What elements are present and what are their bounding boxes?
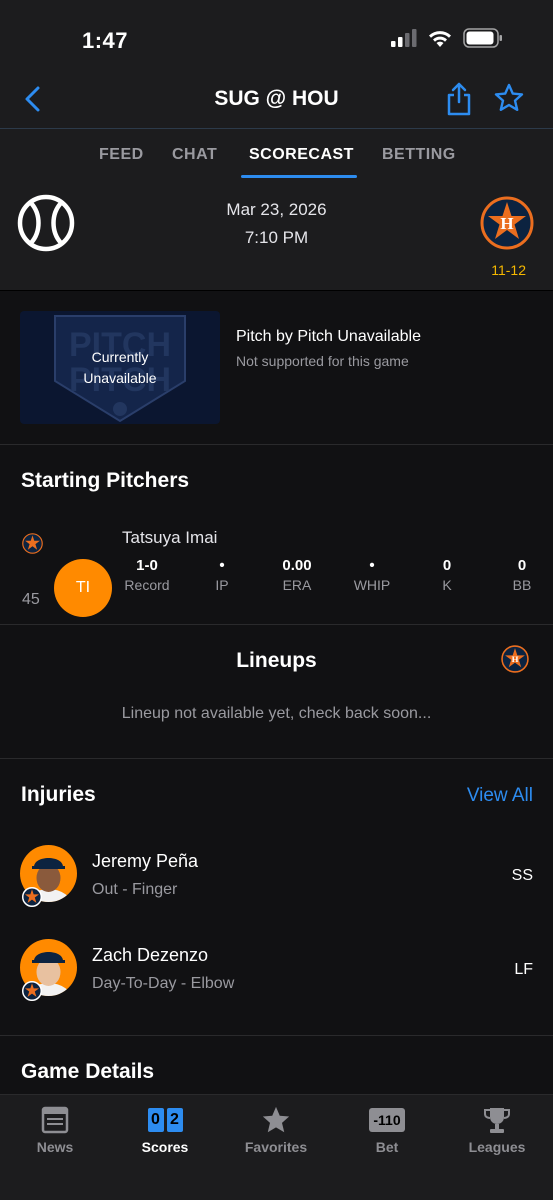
player-name: Zach Dezenzo [92,945,209,965]
game-date: Mar 23, 2026 [226,200,327,219]
stat-label: ERA [282,577,312,593]
game-time: 7:10 PM [244,228,309,247]
tab-news[interactable]: News [0,1105,110,1155]
stat-value: • [219,557,225,574]
section-heading: Injuries [21,783,96,806]
stat-whip: • WHIP [342,557,402,593]
stat-label: Record [124,577,170,593]
favorite-star-icon[interactable] [493,82,525,114]
stat-k: 0 K [417,557,477,593]
stat-value: 0 [517,557,527,574]
game-tabs: FEED CHAT SCORECAST BETTING [0,128,553,178]
game-details-section: Game Details [0,1036,553,1094]
tab-label: Favorites [244,1139,308,1155]
svg-text:H: H [500,214,513,233]
stat-ip: • IP [192,557,252,593]
stat-record: 1-0 Record [117,557,177,593]
astros-logo-icon [22,981,42,1001]
tab-feed[interactable]: FEED [99,146,144,164]
astros-logo-icon [22,887,42,907]
astros-logo-icon[interactable]: H [501,645,529,673]
astros-logo-icon [22,533,43,554]
player-position: SS [511,867,533,884]
stat-bb: 0 BB [492,557,552,593]
injury-row[interactable]: Jeremy Peña Out - Finger SS [0,835,553,915]
battery-icon [463,28,502,48]
score-digit: 2 [166,1108,183,1132]
trophy-icon [484,1108,510,1133]
lineups-message: Lineup not available yet, check back soo… [121,705,432,722]
svg-text:H: H [512,654,519,664]
pitcher-avatar[interactable]: TI [54,559,112,617]
player-name: Jeremy Peña [92,851,199,871]
tab-favorites[interactable]: Favorites [221,1105,331,1155]
injury-status: Day-To-Day - Elbow [92,975,235,992]
share-icon[interactable] [445,82,473,116]
status-icons [391,28,503,48]
section-heading: Game Details [21,1060,155,1083]
pitch-by-pitch-subtitle: Not supported for this game [236,353,409,369]
stat-value: 0 [442,557,452,574]
game-header: Mar 23, 2026 7:10 PM H 11-12 [0,178,553,290]
tab-scorecast[interactable]: SCORECAST [249,146,354,164]
section-heading: Starting Pitchers [21,469,190,492]
tab-bet[interactable]: -110 Bet [332,1105,442,1155]
tab-leagues[interactable]: Leagues [442,1105,552,1155]
tab-label: Scores [141,1139,189,1155]
score-digit: 0 [147,1108,164,1132]
lineups-section: Lineups H Lineup not available yet, chec… [0,625,553,759]
astros-logo-icon[interactable]: H [480,196,534,250]
starting-pitchers-section: Starting Pitchers 45 TI Tatsuya Imai 1-0… [0,445,553,625]
bet-icon: -110 [332,1105,442,1135]
injury-status: Out - Finger [92,881,178,898]
nav-bar: SUG @ HOU [0,70,553,128]
tab-betting[interactable]: BETTING [382,146,456,164]
stat-label: IP [215,577,229,593]
player-position: LF [514,961,533,978]
unavailable-overlay-text: Currently Unavailable [83,349,157,386]
signal-icon [391,29,417,47]
stat-era: 0.00 ERA [267,557,327,593]
stat-value: • [369,557,375,574]
pitch-by-pitch-section: PITCH PITCH Currently Unavailable Pitch … [0,291,553,445]
bet-odds-badge: -110 [369,1108,405,1132]
status-bar: 1:47 [0,0,553,70]
tab-label: News [36,1139,74,1155]
stat-value: 0.00 [282,557,312,574]
home-team-record: 11-12 [491,262,526,278]
pitcher-name[interactable]: Tatsuya Imai [122,528,217,548]
status-time: 1:47 [82,28,129,53]
tab-label: Bet [375,1139,399,1155]
bottom-tab-bar: News 0 2 Scores Favorites -110 Bet Leagu… [0,1094,553,1200]
stat-label: K [442,577,452,593]
star-icon [262,1106,290,1133]
pitch-by-pitch-title: Pitch by Pitch Unavailable [236,328,421,345]
tab-chat[interactable]: CHAT [172,146,217,164]
stat-label: WHIP [353,577,391,593]
section-heading: Lineups [236,649,317,672]
wifi-icon [429,30,451,47]
tab-scores[interactable]: 0 2 Scores [110,1105,220,1155]
injury-row[interactable]: Zach Dezenzo Day-To-Day - Elbow LF [0,929,553,1009]
stat-value: 1-0 [136,557,158,574]
injuries-section: Injuries View All Jeremy Peña Out - Fing… [0,759,553,1036]
pitch-by-pitch-image: PITCH PITCH Currently Unavailable [20,311,220,424]
scores-icon: 0 2 [110,1105,220,1135]
tab-label: Leagues [468,1139,526,1155]
news-icon [41,1106,69,1134]
stat-label: BB [512,577,532,593]
view-all-link[interactable]: View All [467,785,533,807]
pitcher-number: 45 [22,591,40,608]
